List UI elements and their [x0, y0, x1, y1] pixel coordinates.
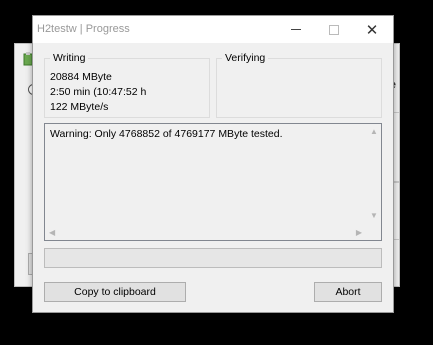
- close-icon: ✕: [365, 21, 379, 39]
- scroll-down-icon[interactable]: ▼: [370, 212, 378, 220]
- log-textbox[interactable]: Warning: Only 4768852 of 4769177 MByte t…: [44, 123, 382, 241]
- scroll-right-icon[interactable]: ▶: [356, 229, 362, 237]
- window-title: H2testw | Progress: [37, 23, 130, 35]
- writing-time: 2:50 min (10:47:52 h: [50, 86, 147, 98]
- log-message: Warning: Only 4768852 of 4769177 MByte t…: [50, 128, 283, 140]
- writing-label: Writing: [50, 52, 89, 64]
- verifying-label: Verifying: [222, 52, 269, 64]
- abort-button[interactable]: Abort: [314, 282, 382, 302]
- writing-group: Writing 20884 MByte 2:50 min (10:47:52 h…: [44, 52, 210, 118]
- verifying-group: Verifying: [216, 52, 382, 118]
- scrollbar-corner: [366, 225, 381, 240]
- scroll-left-icon[interactable]: ◀: [49, 229, 55, 237]
- horizontal-scrollbar[interactable]: ◀ ▶: [45, 225, 366, 240]
- writing-amount: 20884 MByte: [50, 71, 112, 83]
- minimize-icon: [291, 29, 301, 30]
- writing-speed: 122 MByte/s: [50, 101, 109, 113]
- title-bar[interactable]: H2testw | Progress ✕: [33, 16, 393, 43]
- scroll-up-icon[interactable]: ▲: [370, 128, 378, 136]
- minimize-button[interactable]: [277, 16, 315, 43]
- maximize-icon: [329, 24, 339, 35]
- maximize-button[interactable]: [315, 16, 353, 43]
- close-button[interactable]: ✕: [353, 16, 391, 43]
- progress-dialog: H2testw | Progress ✕ Writing 20884 MByte…: [32, 15, 394, 313]
- vertical-scrollbar[interactable]: ▲ ▼: [366, 124, 381, 224]
- progress-bar: [44, 248, 382, 268]
- copy-to-clipboard-button[interactable]: Copy to clipboard: [44, 282, 186, 302]
